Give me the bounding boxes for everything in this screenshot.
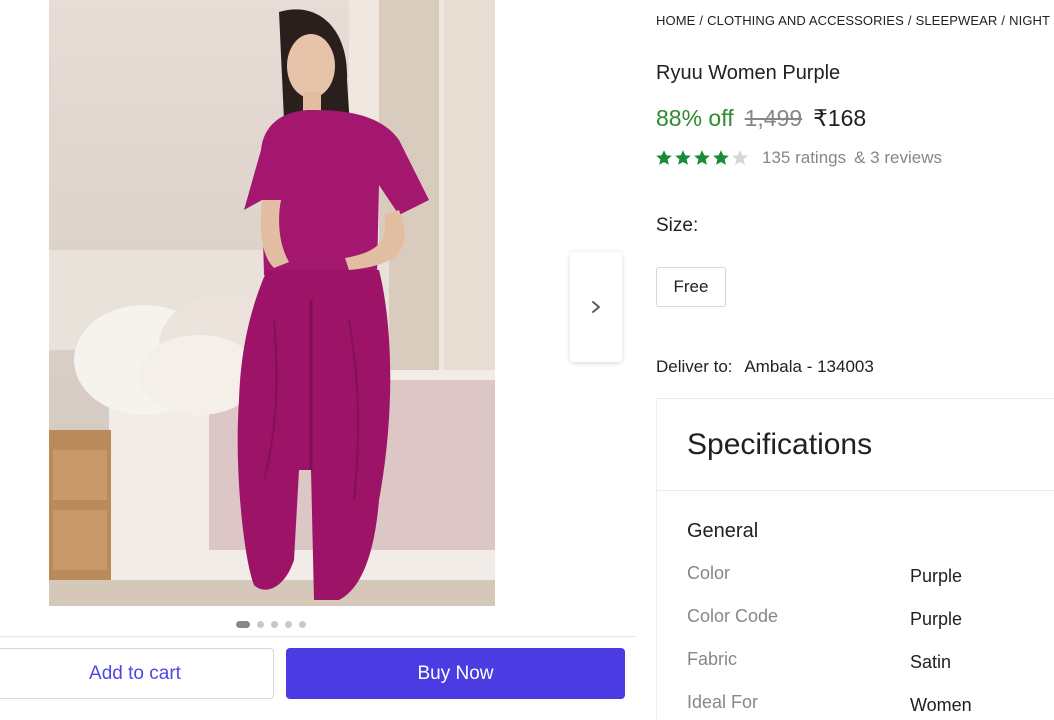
breadcrumb-separator: / — [1001, 13, 1006, 28]
image-pagination-dots[interactable] — [236, 620, 306, 628]
star-filled-icon — [694, 150, 710, 165]
pagination-dot[interactable] — [299, 620, 306, 628]
spec-value: Purple — [910, 566, 963, 586]
add-to-cart-button[interactable]: Add to cart — [0, 648, 274, 699]
specifications-title: Specifications — [687, 427, 873, 461]
discount-percent: 88% off — [656, 105, 734, 131]
spec-key: Fabric — [687, 649, 738, 669]
pagination-dot[interactable] — [285, 620, 292, 628]
buy-now-button[interactable]: Buy Now — [286, 648, 625, 699]
breadcrumb-separator: / — [699, 13, 704, 28]
breadcrumb-item[interactable]: SLEEPWEAR — [916, 13, 998, 28]
pagination-dot[interactable] — [236, 620, 250, 628]
chevron-right-icon — [592, 301, 600, 313]
size-option-free[interactable]: Free — [656, 267, 726, 307]
delivery-location[interactable]: Deliver to: Ambala - 134003 — [656, 357, 874, 377]
star-filled-icon — [656, 150, 672, 165]
product-title: Ryuu Women Purple — [656, 62, 841, 84]
breadcrumb-item[interactable]: NIGHT SUITS — [1009, 13, 1054, 28]
spec-value: Satin — [910, 652, 952, 672]
spec-value: Women — [910, 695, 972, 715]
pagination-dot[interactable] — [271, 620, 278, 628]
delivery-pincode: Ambala - 134003 — [744, 357, 874, 376]
breadcrumb: HOME / CLOTHING AND ACCESSORIES / SLEEPWEAR /… — [656, 13, 1054, 28]
star-filled-icon — [713, 150, 729, 165]
action-bar: Add to cart Buy Now — [0, 636, 636, 710]
specifications-header: Specifications — [657, 399, 1054, 491]
breadcrumb-item[interactable]: HOME — [656, 13, 695, 28]
spec-row: Color Code Purple — [687, 606, 1054, 649]
star-filled-icon — [675, 150, 691, 165]
star-empty-icon — [732, 150, 748, 165]
reviews-count: & 3 reviews — [854, 148, 942, 167]
spec-key: Color Code — [687, 606, 779, 626]
next-image-button[interactable] — [570, 252, 622, 362]
size-label: Size: — [656, 215, 699, 236]
breadcrumb-separator: / — [907, 13, 912, 28]
price-row: 88% off 1,499 ₹168 — [656, 105, 866, 132]
breadcrumb-item[interactable]: CLOTHING AND ACCESSORIES — [707, 13, 904, 28]
spec-row: Ideal For Women — [687, 692, 1054, 720]
specifications-card: Specifications General Color Purple Color … — [656, 398, 1054, 720]
deliver-to-label: Deliver to: — [656, 357, 733, 376]
spec-value: Purple — [910, 609, 963, 629]
rating-row[interactable]: 135 ratings & 3 reviews — [655, 148, 942, 168]
product-photo — [49, 0, 495, 606]
product-image[interactable] — [49, 0, 495, 606]
spec-row: Color Purple — [687, 563, 1054, 606]
spec-key: Color — [687, 563, 731, 583]
spec-group-title: General — [687, 520, 759, 542]
spec-row: Fabric Satin — [687, 649, 1054, 692]
selling-price: ₹168 — [813, 105, 867, 131]
original-price: 1,499 — [744, 105, 803, 131]
spec-table: Color Purple Color Code Purple Fabric Satin Id… — [687, 563, 1054, 720]
ratings-count: 135 ratings — [762, 148, 847, 167]
rating-stars — [655, 149, 749, 167]
spec-key: Ideal For — [687, 692, 759, 712]
pagination-dot[interactable] — [257, 620, 264, 628]
